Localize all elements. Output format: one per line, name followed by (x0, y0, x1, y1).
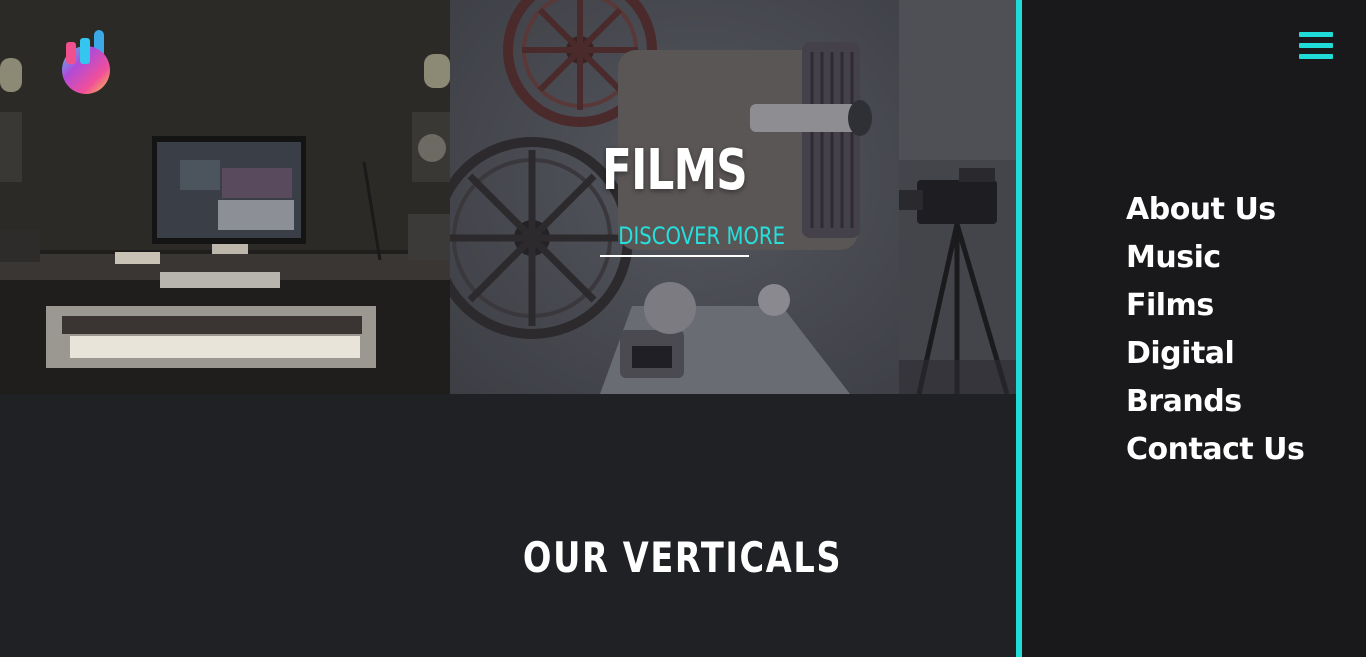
nav-item-digital[interactable]: Digital (1126, 330, 1304, 378)
camera-panel-image[interactable] (899, 0, 1016, 394)
nav-item-brands[interactable]: Brands (1126, 378, 1304, 426)
discover-more-link[interactable]: DISCOVER MORE (600, 220, 785, 257)
side-nav: About Us Music Films Digital Brands Cont… (1126, 186, 1305, 474)
hamburger-icon[interactable] (1299, 32, 1333, 62)
vertical-title: FILMS (602, 138, 748, 203)
verticals-slider: FILMS DISCOVER MORE (0, 0, 1016, 394)
nav-item-films[interactable]: Films (1126, 282, 1304, 330)
nav-item-music[interactable]: Music (1126, 234, 1304, 282)
page: FILMS DISCOVER MORE OUR VERTICALS About … (0, 0, 1366, 657)
discover-more-label: DISCOVER MORE (618, 222, 786, 250)
brand-logo[interactable] (58, 30, 114, 96)
nav-item-contact-us[interactable]: Contact Us (1126, 426, 1305, 474)
nav-item-about-us[interactable]: About Us (1126, 186, 1304, 234)
section-title-text: OUR VERTICALS (523, 533, 843, 582)
